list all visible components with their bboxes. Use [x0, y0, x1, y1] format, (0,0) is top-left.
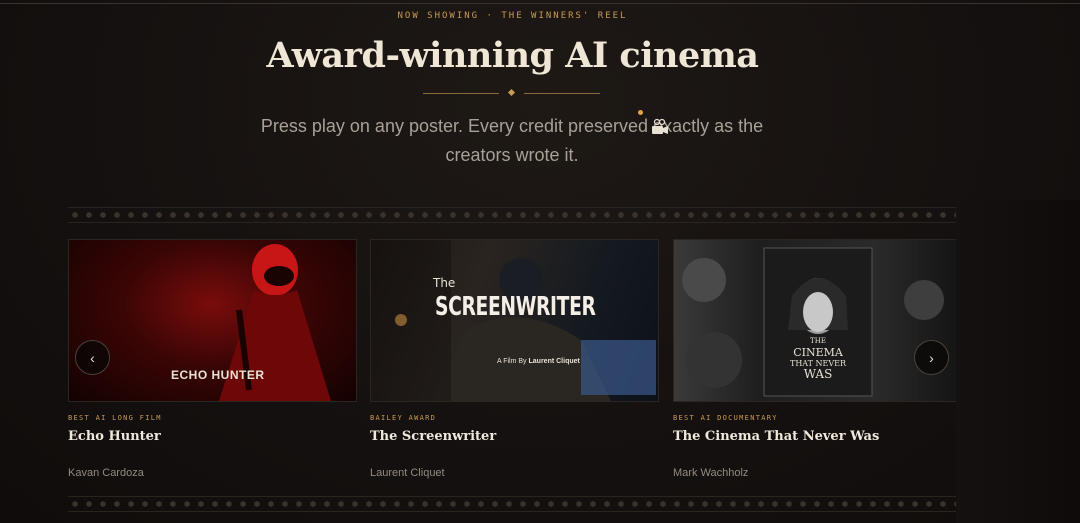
poster-title-text: ECHO HUNTER [171, 368, 265, 382]
poster-small-text: The [433, 276, 456, 290]
film-credit: Laurent Cliquet [370, 467, 445, 479]
film-card-the-screenwriter[interactable]: The SCREENWRITER A Film By Laurent Cliqu… [370, 239, 659, 479]
film-title: The Screenwriter [370, 429, 497, 444]
film-card-echo-hunter[interactable]: ECHO HUNTER BEST AI LONG FILM Echo Hunte… [68, 239, 357, 479]
film-title: The Cinema That Never Was [673, 429, 880, 444]
film-strip-bottom [68, 496, 956, 512]
poster-title-block: THE CINEMA THAT NEVER WAS [789, 337, 846, 381]
poster-the-screenwriter[interactable]: The SCREENWRITER A Film By Laurent Cliqu… [370, 239, 659, 402]
film-title: Echo Hunter [68, 429, 161, 444]
award-label: BAILEY AWARD [370, 414, 437, 422]
chevron-right-icon: › [929, 349, 934, 366]
carousel-prev-button[interactable]: ‹ [75, 340, 110, 375]
chevron-left-icon: ‹ [90, 349, 95, 366]
ornament-divider [423, 88, 600, 97]
poster-tagline: A Film By Laurent Cliquet [497, 358, 580, 365]
award-label: BEST AI DOCUMENTARY [673, 414, 778, 422]
poster-echo-hunter[interactable]: ECHO HUNTER [68, 239, 357, 402]
section-eyebrow: NOW SHOWING · THE WINNERS' REEL [397, 11, 628, 21]
page-subtitle: Press play on any poster. Every credit p… [260, 116, 764, 165]
film-credit: Mark Wachholz [673, 467, 749, 479]
film-strip-top [68, 207, 956, 223]
page-title: Award-winning AI cinema [266, 35, 759, 76]
film-credit: Kavan Cardoza [68, 467, 144, 479]
award-label: BEST AI LONG FILM [68, 414, 162, 422]
camera-icon [652, 118, 668, 134]
cursor-dot [638, 110, 643, 115]
top-divider [0, 3, 1080, 4]
carousel-next-button[interactable]: › [914, 340, 949, 375]
edge-fade [956, 200, 1080, 523]
poster-the-cinema-that-never-was[interactable]: THE CINEMA THAT NEVER WAS [673, 239, 962, 402]
poster-title-text: SCREENWRITER [435, 292, 596, 322]
